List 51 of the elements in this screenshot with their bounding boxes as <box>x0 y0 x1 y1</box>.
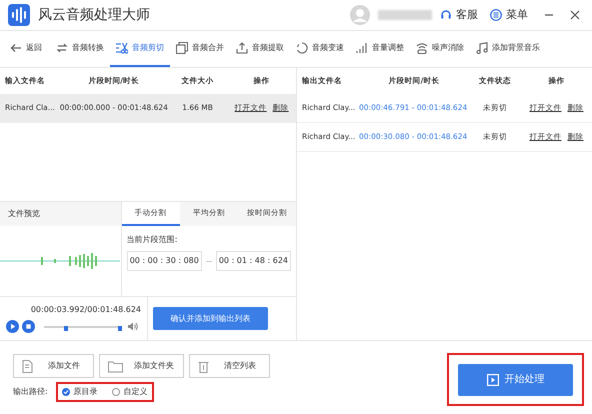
toolbar-tab[interactable]: 返回 <box>4 31 48 67</box>
end-marker[interactable] <box>118 326 122 330</box>
upload-tray-icon <box>236 42 248 54</box>
clear-list-button[interactable]: 清空列表 <box>189 354 270 378</box>
signal-waves-icon <box>416 42 428 54</box>
slider-thumb[interactable] <box>64 326 68 330</box>
range-label: 当前片段范围: <box>126 234 178 246</box>
trash-icon <box>198 360 209 372</box>
volume-icon[interactable] <box>128 322 138 331</box>
start-button[interactable]: 开始处理 <box>458 364 573 396</box>
menu-button[interactable]: 菜单 <box>506 6 528 24</box>
toolbar-tab[interactable]: 噪声消除 <box>410 31 470 67</box>
overlapping-squares-icon <box>176 42 188 54</box>
output-path-label: 输出路径: <box>13 386 48 398</box>
swap-arrows-icon <box>56 42 68 54</box>
headset-icon <box>440 9 452 21</box>
add-folder-button[interactable]: 添加文件夹 <box>99 354 184 378</box>
stop-icon[interactable] <box>22 320 35 333</box>
toolbar-tab[interactable]: 音频剪切 <box>110 31 170 67</box>
avatar-icon <box>350 5 370 25</box>
confirm-button[interactable]: 确认并添加到输出列表 <box>153 307 268 330</box>
preview-title: 文件预览 <box>0 202 121 226</box>
close-icon[interactable] <box>570 10 580 20</box>
radio-label: 自定义 <box>124 386 148 398</box>
window-title: 风云音频处理大师 <box>38 6 150 24</box>
menu-icon <box>490 9 502 21</box>
scissors-icon <box>116 42 128 54</box>
document-icon <box>22 360 33 372</box>
circular-arrow-icon <box>296 42 308 54</box>
range-end-field[interactable]: 00 : 01 : 48 : 624 <box>216 251 291 271</box>
range-start-field[interactable]: 00 : 00 : 30 : 080 <box>126 251 202 271</box>
music-note-icon <box>476 42 488 54</box>
add-file-button[interactable]: 添加文件 <box>13 354 94 378</box>
folder-icon <box>108 360 123 372</box>
playback-time: 00:00:03.992/00:01:48.624 <box>30 304 141 316</box>
back-arrow-icon <box>10 42 22 54</box>
play-icon[interactable] <box>6 320 19 333</box>
bar-levels-icon <box>356 42 368 54</box>
blurred-username <box>378 10 432 20</box>
radio-button[interactable] <box>112 388 120 396</box>
toolbar-tab[interactable]: 添加背景音乐 <box>470 31 546 67</box>
toolbar-tab[interactable]: 音量调整 <box>350 31 410 67</box>
app-logo-icon <box>8 4 30 26</box>
radio-button[interactable] <box>62 388 70 396</box>
toolbar-tab[interactable]: 音频提取 <box>230 31 290 67</box>
play-square-icon <box>486 374 498 386</box>
toolbar-tab[interactable]: 音频合并 <box>170 31 230 67</box>
toolbar-tab[interactable]: 音频变速 <box>290 31 350 67</box>
toolbar-tab[interactable]: 音频转换 <box>50 31 110 67</box>
support-button[interactable]: 客服 <box>456 6 478 24</box>
radio-label: 原目录 <box>74 386 98 398</box>
